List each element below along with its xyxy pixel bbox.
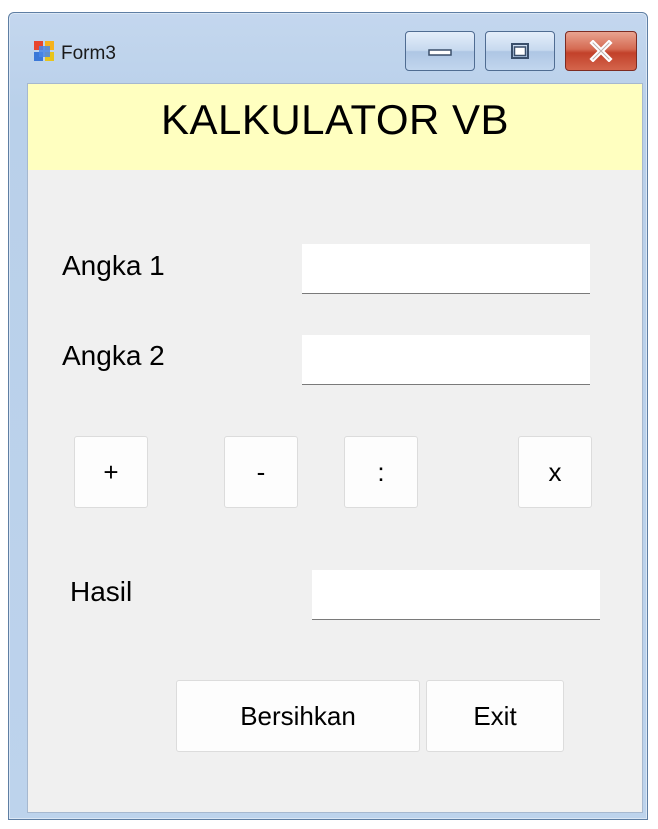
form-client-area: KALKULATOR VB Angka 1 Angka 2 + - : x Ha… bbox=[27, 83, 643, 813]
angka2-label: Angka 2 bbox=[62, 340, 165, 371]
page-title: KALKULATOR VB bbox=[160, 96, 510, 143]
angka1-input[interactable] bbox=[302, 244, 590, 294]
close-button[interactable] bbox=[565, 31, 637, 71]
divide-button[interactable]: : bbox=[344, 436, 418, 508]
hasil-output[interactable] bbox=[312, 570, 600, 620]
windows-form-icon bbox=[34, 41, 54, 61]
exit-button[interactable]: Exit bbox=[426, 680, 564, 752]
maximize-icon bbox=[511, 43, 529, 59]
angka2-input[interactable] bbox=[302, 335, 590, 385]
clear-button[interactable]: Bersihkan bbox=[176, 680, 420, 752]
form-window: Form3 KALKULATOR VB Angka 1 Angka 2 + - … bbox=[8, 12, 648, 820]
add-button[interactable]: + bbox=[74, 436, 148, 508]
header-band: KALKULATOR VB bbox=[28, 84, 642, 170]
multiply-button[interactable]: x bbox=[518, 436, 592, 508]
angka1-label: Angka 1 bbox=[62, 250, 165, 281]
subtract-button[interactable]: - bbox=[224, 436, 298, 508]
maximize-button[interactable] bbox=[485, 31, 555, 71]
close-icon bbox=[589, 40, 613, 62]
minimize-icon bbox=[428, 49, 452, 56]
hasil-label: Hasil bbox=[70, 576, 133, 607]
title-bar[interactable]: Form3 bbox=[9, 13, 647, 83]
minimize-button[interactable] bbox=[405, 31, 475, 71]
window-title: Form3 bbox=[61, 43, 116, 64]
